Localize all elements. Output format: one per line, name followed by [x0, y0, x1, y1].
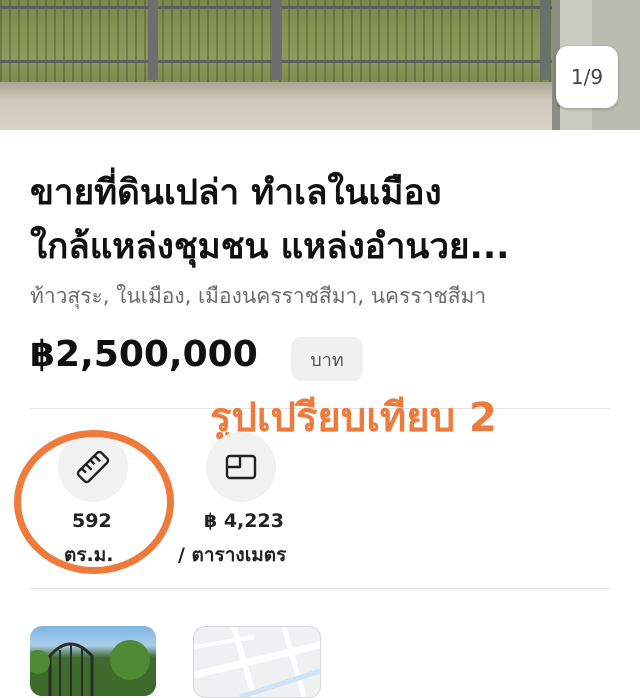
- highlight-circle: [14, 430, 174, 574]
- listing-location: ท้าวสุระ, ในเมือง, เมืองนครราชสีมา, นครร…: [30, 284, 487, 308]
- photo-thumbnail[interactable]: [30, 626, 156, 696]
- price-unit-chip: บาท: [291, 337, 363, 381]
- fence-post: [272, 0, 282, 80]
- map-thumbnail[interactable]: [193, 626, 321, 698]
- listing-price: ฿2,500,000: [30, 334, 258, 375]
- area-size-icon: [206, 432, 276, 502]
- photo-pavement: [0, 82, 640, 130]
- price-per-area-value: ฿ 4,223: [204, 510, 284, 532]
- fence-post: [148, 0, 158, 80]
- photo-counter: 1/9: [556, 46, 618, 108]
- title-line: ขายที่ดินเปล่า ทำเลในเมือง: [30, 173, 442, 213]
- listing-photo[interactable]: 1/9: [0, 0, 640, 130]
- listing-title: ขายที่ดินเปล่า ทำเลในเมือง ใกล้แหล่งชุมช…: [30, 166, 620, 274]
- price-per-area-unit: / ตารางเมตร: [178, 544, 287, 566]
- divider: [30, 588, 610, 589]
- title-line: ใกล้แหล่งชุมชน แหล่งอำนวย...: [30, 227, 510, 267]
- fence-post: [540, 0, 550, 80]
